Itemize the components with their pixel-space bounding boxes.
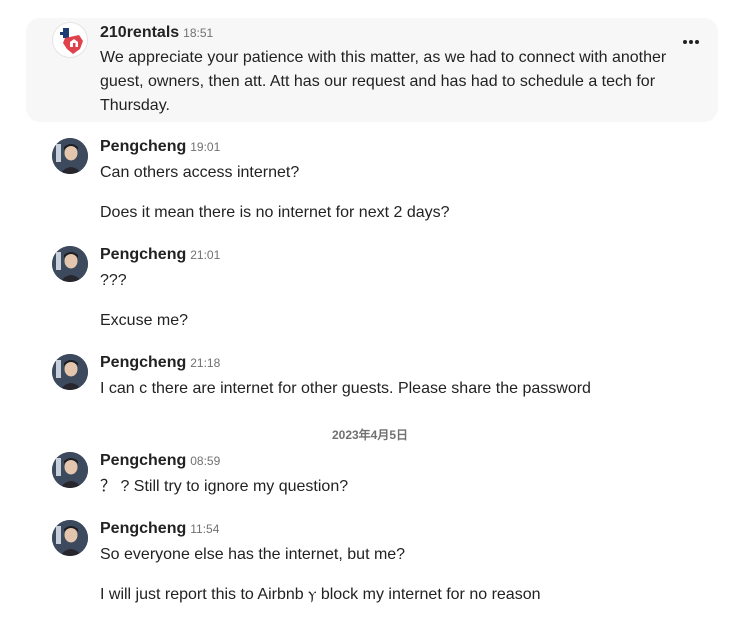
host-logo-icon [60, 28, 83, 54]
message-text: ??? [100, 272, 127, 289]
message-text: ？ ? Still try to ignore my question? [100, 478, 349, 495]
user-avatar-image [52, 246, 88, 282]
user-avatar[interactable] [52, 354, 88, 390]
user-avatar-image [52, 354, 88, 390]
message-user[interactable]: Pengcheng 11:54 So everyone else has the … [26, 520, 718, 612]
message-host[interactable]: 210rentals 18:51 We appreciate your patie… [26, 18, 718, 122]
message-user[interactable]: Pengcheng 08:59 ？ ? Still try to ignore m… [26, 452, 718, 502]
sender-name[interactable]: Pengcheng [100, 138, 186, 155]
message-text: Can others access internet? [100, 164, 300, 181]
message-thread: 210rentals 18:51 We appreciate your patie… [0, 0, 740, 617]
message-time: 08:59 [190, 454, 221, 468]
user-avatar[interactable] [52, 452, 88, 488]
user-avatar-image [52, 520, 88, 556]
message-time: 18:51 [183, 26, 214, 40]
message-text: Excuse me? [100, 312, 189, 329]
user-avatar-image [52, 452, 88, 488]
more-options-icon[interactable] [682, 32, 700, 44]
message-header: Pengcheng 08:59 [100, 452, 220, 470]
message-header: Pengcheng 11:54 [100, 520, 219, 538]
sender-name[interactable]: Pengcheng [100, 520, 186, 537]
message-user[interactable]: Pengcheng 21:18 I can c there are interne… [26, 354, 718, 404]
more-options-icon [683, 40, 699, 44]
message-header: Pengcheng 21:18 [100, 354, 220, 372]
date-separator: 2023年4月5日 [331, 428, 409, 442]
message-header: Pengcheng 21:01 [100, 246, 220, 264]
sender-name[interactable]: Pengcheng [100, 246, 186, 263]
host-logo-icon[interactable] [52, 22, 88, 58]
sender-name[interactable]: Pengcheng [100, 354, 186, 371]
message-header: Pengcheng 19:01 [100, 138, 220, 156]
message-text: I will just report this to Airbnb ⲩ bloc… [100, 586, 541, 603]
sender-name[interactable]: 210rentals [100, 24, 179, 41]
message-text: So everyone else has the internet, but m… [100, 546, 406, 563]
message-time: 21:18 [190, 356, 221, 370]
message-time: 21:01 [190, 248, 221, 262]
sender-name[interactable]: Pengcheng [100, 452, 186, 469]
message-header: 210rentals 18:51 [100, 24, 213, 42]
user-avatar[interactable] [52, 246, 88, 282]
user-avatar[interactable] [52, 138, 88, 174]
user-avatar-image [52, 138, 88, 174]
message-text: We appreciate your patience with this ma… [100, 49, 667, 114]
message-text: Does it mean there is no internet for ne… [100, 204, 450, 221]
message-user[interactable]: Pengcheng 19:01 Can others access interne… [26, 138, 718, 228]
message-time: 19:01 [190, 140, 221, 154]
user-avatar[interactable] [52, 520, 88, 556]
message-user[interactable]: Pengcheng 21:01 ??? Excuse me? [26, 246, 718, 336]
message-text: I can c there are internet for other gue… [100, 380, 591, 397]
message-time: 11:54 [190, 522, 220, 536]
